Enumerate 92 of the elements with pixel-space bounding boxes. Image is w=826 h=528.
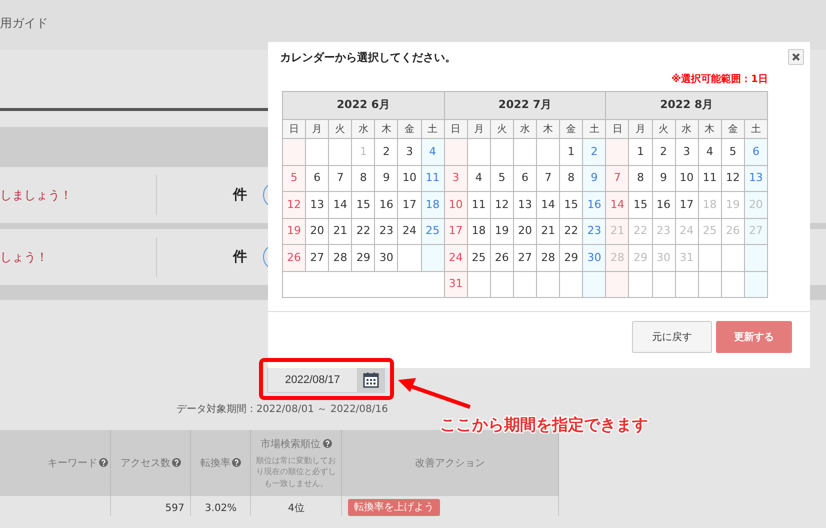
date-field[interactable]: 2022/08/17	[267, 367, 357, 393]
calendar-day[interactable]: 8	[360, 171, 367, 184]
table-cell: 597	[110, 496, 191, 516]
calendar-day: 24	[680, 224, 694, 237]
weekday-label: 水	[352, 120, 375, 138]
calendar-day[interactable]: 5	[729, 144, 736, 158]
help-icon[interactable]	[232, 458, 242, 466]
calendar-button[interactable]	[357, 367, 385, 393]
weekday-label: 水	[675, 120, 698, 138]
help-icon[interactable]	[322, 438, 332, 448]
calendar-day: 31	[680, 250, 694, 264]
month-title: 2022 7月	[444, 92, 606, 120]
weekday-label: 日	[606, 120, 629, 138]
calendar-day: 27	[748, 224, 763, 237]
calendar-day[interactable]: 4	[475, 171, 482, 184]
notice-message: しょう！	[0, 249, 48, 266]
column-header: 転換率	[200, 458, 230, 468]
weekday-label: 土	[744, 120, 768, 138]
calendar-day[interactable]: 6	[521, 171, 528, 184]
weekday-label: 火	[328, 120, 352, 138]
calendar-day[interactable]: 3	[406, 144, 414, 158]
weekday-label: 火	[490, 120, 514, 138]
column-header: 改善アクション	[415, 458, 486, 468]
calendar-day: 26	[726, 224, 740, 237]
calendar-day[interactable]: 3	[683, 144, 690, 158]
calendar-day[interactable]: 6	[314, 171, 321, 184]
weekday-label: 土	[582, 120, 606, 138]
calendar-day[interactable]: 6	[752, 144, 760, 158]
calendar-day[interactable]: 7	[544, 171, 552, 184]
calendar-day[interactable]: 5	[290, 171, 298, 184]
calendar-day: 18	[702, 198, 717, 210]
calendar-day[interactable]: 1	[568, 144, 575, 158]
weekday-label: 月	[628, 120, 652, 138]
table-cell: 3.02%	[190, 496, 251, 516]
calendar-day: 20	[748, 198, 763, 210]
calendar-day[interactable]: 9	[590, 171, 598, 184]
calendar-day[interactable]: 8	[636, 171, 644, 184]
weekday-label: 火	[652, 120, 676, 138]
calendar-day[interactable]: 2	[660, 144, 668, 158]
weekday-label: 日	[282, 120, 306, 138]
weekday-label: 木	[536, 120, 560, 138]
calendar-day[interactable]: 9	[660, 171, 668, 184]
calendar-day[interactable]: 7	[336, 171, 344, 184]
range-note: ※選択可能範囲：1日	[671, 72, 768, 87]
nav-link[interactable]: 用ガイド	[0, 16, 48, 30]
weekday-label: 木	[374, 120, 398, 138]
weekday-label: 金	[721, 120, 744, 138]
calendar-day: 28	[610, 250, 624, 264]
column-header: 市場検索順位	[260, 438, 321, 450]
help-icon[interactable]	[99, 458, 108, 466]
calendar-day[interactable]: 3	[452, 171, 460, 184]
weekday-label: 月	[306, 120, 329, 138]
column-header: キーワード	[47, 458, 98, 468]
table-cell: 4位	[250, 496, 342, 516]
calendar-day: 21	[610, 224, 624, 237]
weekday-label: 水	[513, 120, 537, 138]
weekday-label: 木	[698, 120, 722, 138]
calendar-day: 22	[633, 224, 648, 237]
reset-button[interactable]: 元に戻す	[632, 321, 712, 353]
modal-title: カレンダーから選択してください。	[280, 50, 456, 66]
month-title: 2022 8月	[606, 92, 768, 120]
close-icon[interactable]	[792, 53, 800, 61]
weekday-label: 土	[421, 120, 444, 138]
calendar-day[interactable]: 1	[636, 144, 644, 158]
weekday-label: 日	[444, 120, 468, 138]
help-icon[interactable]	[172, 458, 182, 466]
count-unit: 件	[232, 186, 247, 204]
month-title: 2022 6月	[282, 92, 444, 120]
calendar-day[interactable]: 9	[382, 171, 390, 184]
calendar-day: 19	[726, 198, 740, 210]
data-period: データ対象期間：2022/08/01 ～ 2022/08/16	[176, 402, 388, 417]
calendar-day: 30	[656, 250, 671, 264]
calendar-day: 25	[702, 224, 717, 237]
count-unit: 件	[232, 248, 247, 266]
annotation-text: ここから期間を指定できます	[440, 414, 648, 436]
calendar-day: 23	[656, 224, 671, 237]
calendar-day[interactable]: 8	[568, 171, 575, 184]
notice-message: しましょう！	[0, 187, 72, 204]
calendar-day: 1	[360, 144, 367, 158]
calendar-day[interactable]: 5	[498, 171, 506, 184]
weekday-label: 金	[560, 120, 583, 138]
weekday-label: 金	[398, 120, 422, 138]
calendar-day: 29	[633, 250, 648, 264]
weekday-label: 月	[467, 120, 490, 138]
calendar-day[interactable]: 4	[429, 144, 436, 158]
calendar-day[interactable]: 2	[382, 144, 390, 158]
column-header: アクセス数	[120, 458, 170, 468]
calendar-day[interactable]: 2	[590, 144, 598, 158]
calendar-icon	[363, 372, 379, 388]
close-button[interactable]	[788, 49, 804, 65]
calendar-day[interactable]: 7	[614, 171, 621, 184]
calendar-day[interactable]: 4	[706, 144, 714, 158]
